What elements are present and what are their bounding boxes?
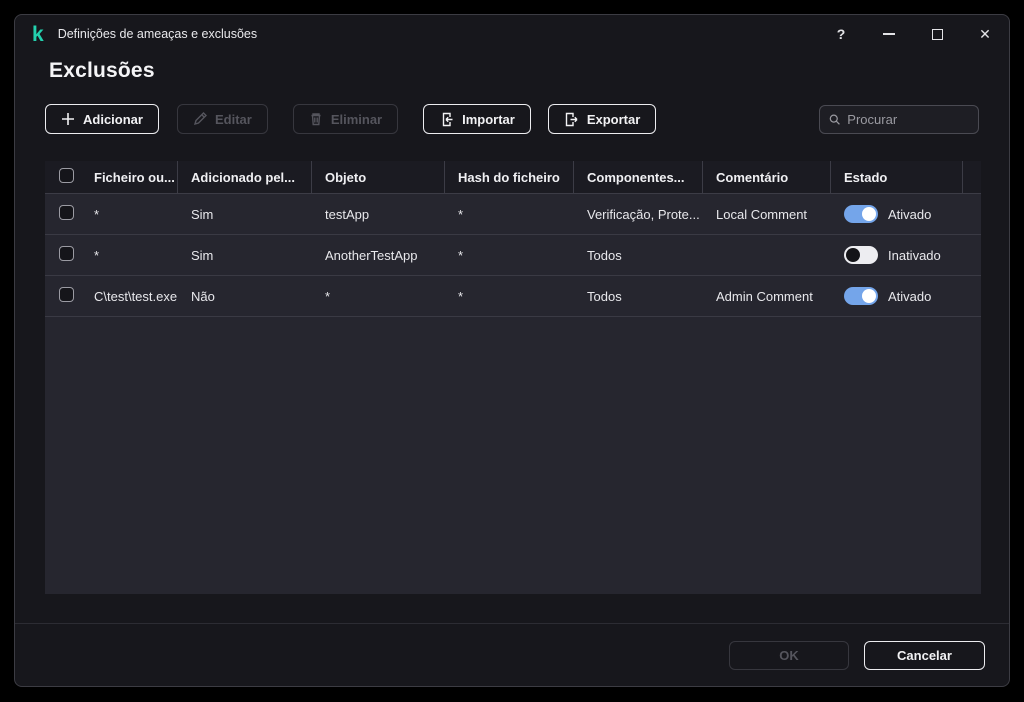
toolbar: Adicionar Editar Eliminar Importar Expor…	[45, 104, 979, 134]
cell-components: Verificação, Prote...	[574, 207, 703, 222]
col-hash[interactable]: Hash do ficheiro	[445, 161, 574, 193]
titlebar: k Definições de ameaças e exclusões ? ✕	[15, 15, 1009, 53]
state-toggle[interactable]	[844, 246, 878, 264]
checkbox-icon	[59, 205, 74, 220]
plus-icon	[61, 112, 75, 126]
import-icon	[439, 112, 454, 127]
cell-object: testApp	[312, 207, 445, 222]
cell-added-by: Sim	[178, 207, 312, 222]
col-object[interactable]: Objeto	[312, 161, 445, 193]
cell-comment: Local Comment	[703, 207, 831, 222]
table-row[interactable]: * Sim testApp * Verificação, Prote... Lo…	[45, 194, 981, 235]
col-added-by[interactable]: Adicionado pel...	[178, 161, 312, 193]
minimize-button[interactable]	[865, 15, 913, 53]
edit-button[interactable]: Editar	[177, 104, 268, 134]
col-components[interactable]: Componentes...	[574, 161, 703, 193]
state-label: Inativado	[888, 248, 941, 263]
checkbox-icon	[59, 246, 74, 261]
cell-hash: *	[445, 207, 574, 222]
table-row[interactable]: * Sim AnotherTestApp * Todos Inativado	[45, 235, 981, 276]
footer-divider	[15, 623, 1009, 624]
window-controls: ? ✕	[817, 15, 1009, 53]
cell-file: *	[81, 207, 178, 222]
app-window: k Definições de ameaças e exclusões ? ✕ …	[14, 14, 1010, 687]
cell-components: Todos	[574, 248, 703, 263]
help-button[interactable]: ?	[817, 15, 865, 53]
cell-object: *	[312, 289, 445, 304]
checkbox-icon	[59, 287, 74, 302]
cell-state: Inativado	[831, 246, 963, 264]
export-icon	[564, 112, 579, 127]
cell-added-by: Sim	[178, 248, 312, 263]
row-checkbox[interactable]	[45, 287, 81, 305]
checkbox-icon	[59, 168, 74, 183]
row-checkbox[interactable]	[45, 246, 81, 264]
cell-comment: Admin Comment	[703, 289, 831, 304]
col-file[interactable]: Ficheiro ou...	[81, 161, 178, 193]
state-label: Ativado	[888, 207, 931, 222]
select-all-checkbox[interactable]	[45, 168, 81, 186]
cell-file: C\test\test.exe	[81, 289, 178, 304]
close-button[interactable]: ✕	[961, 15, 1009, 53]
state-toggle[interactable]	[844, 287, 878, 305]
cell-components: Todos	[574, 289, 703, 304]
col-state[interactable]: Estado	[831, 161, 963, 193]
exclusions-table: Ficheiro ou... Adicionado pel... Objeto …	[45, 161, 981, 594]
state-label: Ativado	[888, 289, 931, 304]
import-button[interactable]: Importar	[423, 104, 531, 134]
page-title: Exclusões	[49, 59, 155, 83]
cell-file: *	[81, 248, 178, 263]
trash-icon	[309, 112, 323, 126]
maximize-icon	[932, 29, 943, 40]
cell-added-by: Não	[178, 289, 312, 304]
col-comment[interactable]: Comentário	[703, 161, 831, 193]
search-box[interactable]	[819, 105, 979, 134]
maximize-button[interactable]	[913, 15, 961, 53]
add-button[interactable]: Adicionar	[45, 104, 159, 134]
search-input[interactable]	[847, 112, 969, 127]
minimize-icon	[883, 33, 895, 35]
table-header: Ficheiro ou... Adicionado pel... Objeto …	[45, 161, 981, 194]
cell-hash: *	[445, 289, 574, 304]
export-button[interactable]: Exportar	[548, 104, 656, 134]
cell-hash: *	[445, 248, 574, 263]
kaspersky-logo-icon: k	[32, 24, 44, 45]
delete-button[interactable]: Eliminar	[293, 104, 398, 134]
cell-object: AnotherTestApp	[312, 248, 445, 263]
ok-button[interactable]: OK	[729, 641, 849, 670]
cell-state: Ativado	[831, 287, 963, 305]
window-title: Definições de ameaças e exclusões	[58, 27, 257, 41]
state-toggle[interactable]	[844, 205, 878, 223]
row-checkbox[interactable]	[45, 205, 81, 223]
table-row[interactable]: C\test\test.exe Não * * Todos Admin Comm…	[45, 276, 981, 317]
cell-state: Ativado	[831, 205, 963, 223]
pencil-icon	[193, 112, 207, 126]
cancel-button[interactable]: Cancelar	[864, 641, 985, 670]
search-icon	[829, 113, 840, 126]
